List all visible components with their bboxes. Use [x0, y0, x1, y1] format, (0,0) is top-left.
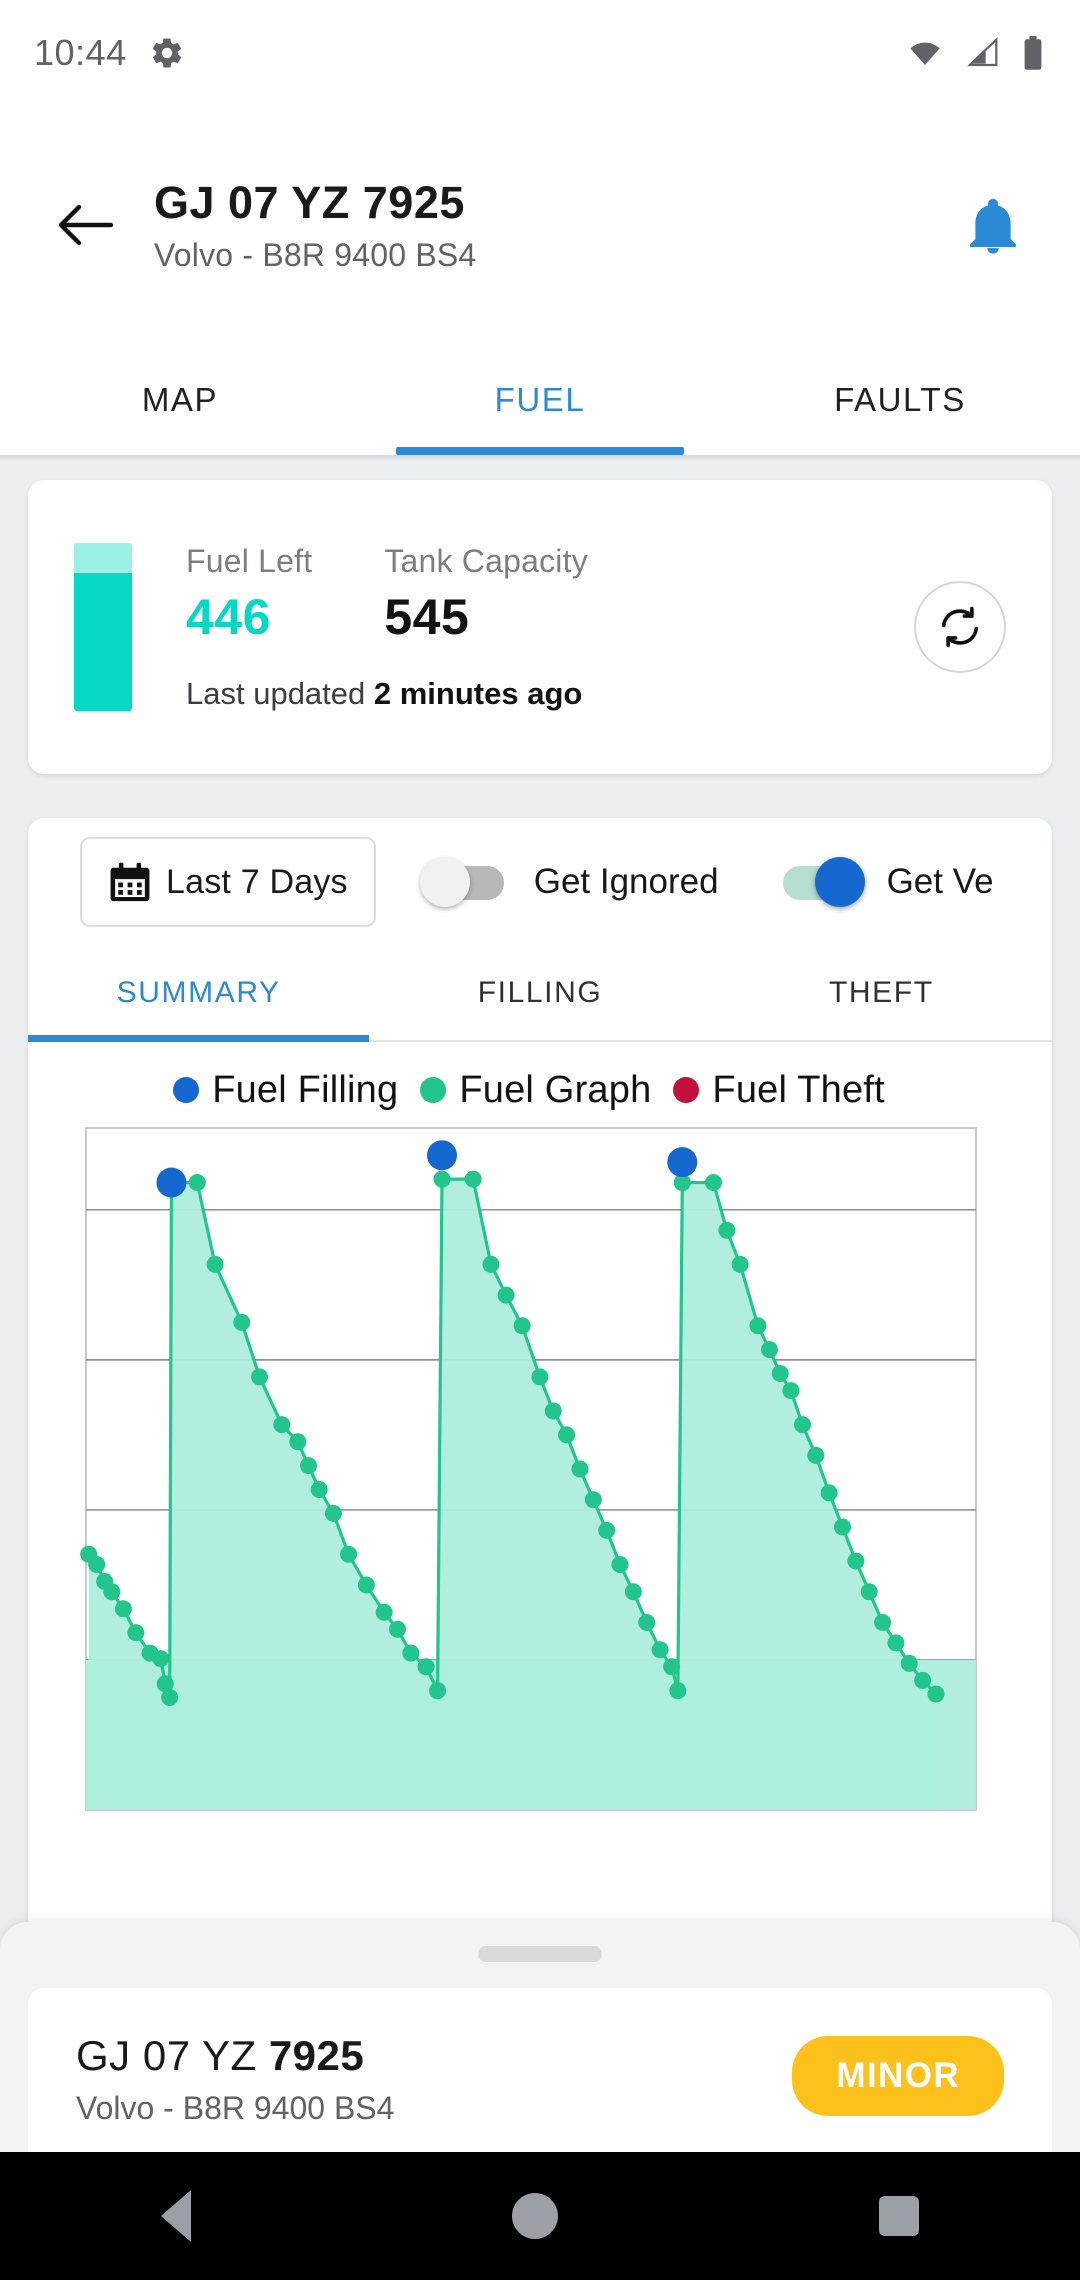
wifi-icon — [904, 37, 946, 69]
page-title: GJ 07 YZ 7925 — [154, 177, 465, 229]
notification-button[interactable] — [956, 188, 1030, 262]
calendar-icon — [110, 862, 150, 902]
app-header: GJ 07 YZ 7925 Volvo - B8R 9400 BS4 — [0, 105, 1080, 345]
tank-capacity-value: 545 — [384, 588, 470, 645]
tab-fuel-label: FUEL — [494, 381, 586, 418]
chart-filter-row: Last 7 Days Get Ignored Get Ve — [28, 818, 1052, 946]
tank-capacity-label: Tank Capacity — [384, 542, 588, 579]
tabbar-shadow — [0, 455, 1080, 461]
fuel-gauge-fill — [74, 573, 132, 711]
legend-label: Fuel Graph — [459, 1068, 652, 1111]
page-subtitle: Volvo - B8R 9400 BS4 — [154, 236, 477, 273]
status-bar: 10:44 — [0, 0, 1080, 105]
nav-home-icon[interactable] — [511, 2193, 558, 2239]
legend-dot-icon — [173, 1077, 200, 1103]
get-verified-label: Get Ve — [886, 862, 994, 901]
status-badge[interactable]: MINOR — [792, 2036, 1004, 2116]
refresh-icon — [941, 606, 979, 648]
legend-dot-icon — [420, 1077, 447, 1103]
subtab-theft[interactable]: THEFT — [711, 946, 1052, 1040]
gear-icon — [149, 35, 185, 71]
fuel-gauge-bar — [74, 543, 132, 711]
vehicle-summary-text: GJ 07 YZ 7925 Volvo - B8R 9400 BS4 — [76, 2032, 792, 2127]
signal-icon — [964, 36, 1002, 69]
legend-item-fuel-graph: Fuel Graph — [420, 1069, 651, 1112]
nav-back-icon[interactable] — [160, 2190, 191, 2242]
tab-map[interactable]: MAP — [0, 345, 360, 455]
refresh-button[interactable] — [914, 581, 1006, 673]
fuel-summary-card: Fuel Left 446 Tank Capacity 545 Last upd… — [28, 480, 1052, 774]
subtab-summary-label: SUMMARY — [116, 976, 281, 1009]
status-bar-clock: 10:44 — [34, 31, 127, 73]
switch-thumb — [419, 857, 470, 907]
chart-subtabs: SUMMARY FILLING THEFT — [28, 946, 1052, 1042]
subtab-filling-label: FILLING — [477, 976, 603, 1009]
subtab-summary[interactable]: SUMMARY — [28, 946, 370, 1042]
fuel-left-label: Fuel Left — [186, 542, 313, 579]
android-nav-bar — [0, 2152, 1080, 2280]
plate-prefix: GJ 07 YZ — [76, 2032, 269, 2079]
switch-thumb — [814, 857, 865, 907]
status-bar-indicators — [904, 35, 1046, 71]
last-updated-value: 2 minutes ago — [373, 675, 583, 711]
tank-capacity-block: Tank Capacity 545 — [384, 543, 588, 646]
fuel-info-block: Fuel Left 446 Tank Capacity 545 Last upd… — [186, 543, 894, 712]
battery-icon — [1020, 35, 1046, 71]
nav-recents-icon[interactable] — [879, 2196, 920, 2236]
header-text-block: GJ 07 YZ 7925 Volvo - B8R 9400 BS4 — [154, 176, 956, 273]
get-ignored-label: Get Ignored — [533, 862, 719, 901]
toggle-get-verified[interactable]: Get Ve — [773, 857, 994, 907]
get-verified-switch[interactable] — [773, 857, 865, 907]
tab-map-label: MAP — [141, 381, 219, 418]
tab-faults[interactable]: FAULTS — [720, 345, 1080, 455]
main-tabs: MAP FUEL FAULTS — [0, 345, 1080, 455]
fuel-left-block: Fuel Left 446 — [186, 543, 312, 646]
bottom-sheet[interactable]: GJ 07 YZ 7925 Volvo - B8R 9400 BS4 MINOR — [0, 1922, 1080, 2168]
vehicle-model: Volvo - B8R 9400 BS4 — [76, 2090, 395, 2126]
bell-icon — [970, 198, 1016, 254]
fuel-chart-card: Last 7 Days Get Ignored Get Ve SUMMARY F… — [28, 818, 1052, 1948]
legend-label: Fuel Theft — [712, 1068, 885, 1111]
chart-plot-area — [28, 1124, 1052, 1814]
legend-dot-icon — [673, 1077, 700, 1103]
drag-handle[interactable] — [478, 1946, 602, 1962]
last-updated-text: Last updated 2 minutes ago — [186, 676, 894, 712]
legend-item-fuel-filling: Fuel Filling — [173, 1069, 398, 1112]
back-button[interactable] — [50, 190, 120, 260]
plate-number: 7925 — [268, 2032, 365, 2079]
vehicle-plate: GJ 07 YZ 7925 — [76, 2032, 792, 2080]
arrow-left-icon — [58, 204, 114, 246]
fuel-left-value: 446 — [186, 588, 271, 645]
legend-item-fuel-theft: Fuel Theft — [673, 1068, 885, 1112]
date-range-button[interactable]: Last 7 Days — [80, 837, 376, 927]
app-root: 10:44 GJ 07 YZ 7925 Volvo - B8R 9400 BS4… — [0, 0, 1080, 2280]
toggle-get-ignored[interactable]: Get Ignored — [419, 857, 719, 907]
legend-label: Fuel Filling — [212, 1068, 399, 1111]
tab-fuel[interactable]: FUEL — [360, 345, 720, 455]
fuel-line-chart[interactable] — [80, 1124, 980, 1814]
chart-legend: Fuel Filling Fuel Graph Fuel Theft — [28, 1042, 1052, 1124]
subtab-filling[interactable]: FILLING — [369, 946, 710, 1040]
date-range-label: Last 7 Days — [166, 862, 348, 901]
vehicle-summary-card[interactable]: GJ 07 YZ 7925 Volvo - B8R 9400 BS4 MINOR — [28, 1988, 1052, 2168]
get-ignored-switch[interactable] — [419, 857, 512, 907]
tab-faults-label: FAULTS — [834, 381, 966, 418]
last-updated-prefix: Last updated — [186, 675, 366, 711]
subtab-theft-label: THEFT — [828, 976, 934, 1009]
